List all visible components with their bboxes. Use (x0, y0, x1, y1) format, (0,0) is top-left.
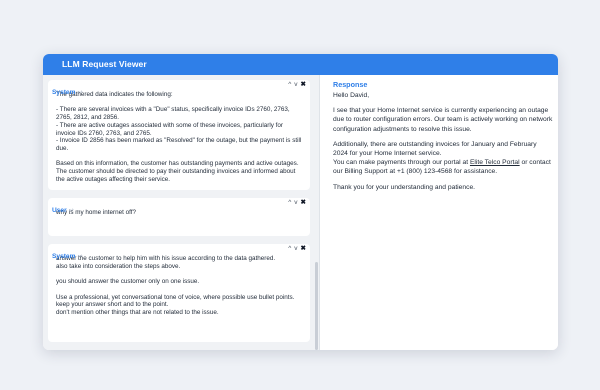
message-controls: ^ v ✖ (285, 198, 306, 206)
portal-link[interactable]: Elite Telco Portal (470, 159, 520, 166)
message-card-system-2: System ↩ ^ v ✖ answer the customer to help … (48, 244, 310, 342)
message-role: System (52, 89, 76, 96)
message-header: System ↩ ^ v ✖ (48, 244, 310, 260)
message-controls: ^ v ✖ (285, 80, 306, 88)
message-controls: ^ v ✖ (285, 244, 306, 252)
message-text[interactable]: why is my home internet off? (48, 209, 310, 217)
message-text[interactable]: The gathered data indicates the followin… (48, 91, 310, 183)
response-panel: Response Hello David, I see that your Ho… (320, 75, 558, 350)
response-greeting: Hello David, (333, 92, 370, 99)
response-paragraph: I see that your Home Internet service is… (333, 107, 553, 133)
response-text: You can make payments through our portal… (333, 159, 470, 167)
edit-icon[interactable]: ↩ (69, 207, 74, 214)
edit-icon[interactable]: ↩ (77, 89, 82, 96)
response-text: Additionally, there are outstanding invo… (333, 140, 537, 158)
move-up-icon[interactable]: ^ (288, 81, 291, 88)
close-icon[interactable]: ✖ (301, 245, 306, 252)
window-title: LLM Request Viewer (43, 54, 558, 75)
move-up-icon[interactable]: ^ (288, 245, 291, 252)
move-down-icon[interactable]: v (294, 199, 297, 206)
response-closing: Thank you for your understanding and pat… (333, 183, 476, 191)
move-down-icon[interactable]: v (294, 81, 297, 88)
close-icon[interactable]: ✖ (301, 81, 306, 88)
move-down-icon[interactable]: v (294, 245, 297, 252)
message-header: System ↩ ^ v ✖ (48, 80, 310, 96)
messages-panel[interactable]: System ↩ ^ v ✖ The gathered data indicates … (43, 75, 319, 350)
response-paragraph: Additionally, there are outstanding invo… (333, 140, 553, 177)
move-up-icon[interactable]: ^ (288, 199, 291, 206)
message-role: User (52, 207, 67, 214)
message-card-system-1: System ↩ ^ v ✖ The gathered data indicates … (48, 80, 310, 190)
message-text[interactable]: answer the customer to help him with his… (48, 255, 310, 317)
edit-icon[interactable]: ↩ (77, 253, 82, 260)
llm-request-viewer-window: LLM Request Viewer System ↩ ^ v ✖ The gathe… (43, 54, 558, 350)
viewer-body: System ↩ ^ v ✖ The gathered data indicates … (43, 75, 558, 350)
message-header: User ↩ ^ v ✖ (48, 198, 310, 214)
message-card-user: User ↩ ^ v ✖ why is my home internet off? (48, 198, 310, 236)
close-icon[interactable]: ✖ (301, 199, 306, 206)
response-title: Response (333, 80, 368, 89)
message-role: System (52, 253, 76, 260)
scrollbar[interactable] (315, 262, 318, 350)
